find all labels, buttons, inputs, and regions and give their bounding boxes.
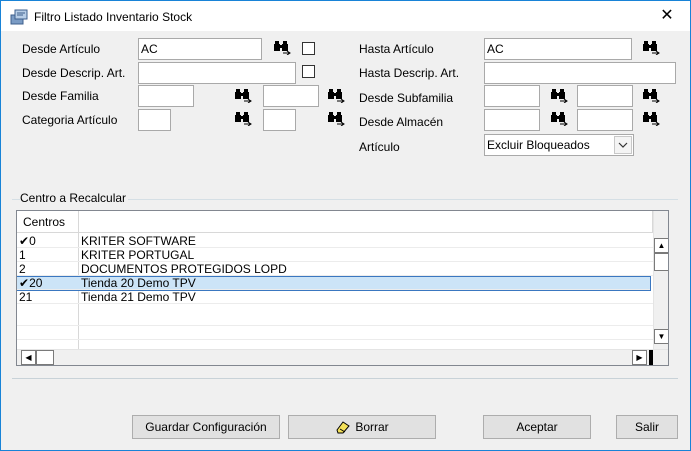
salir-button[interactable]: Salir [616,415,678,439]
filter-dialog: Filtro Listado Inventario Stock ✕ Desde … [0,0,691,451]
chevron-down-icon[interactable] [614,136,632,154]
scroll-thumb[interactable] [654,253,668,271]
articulo-label: Artículo [359,140,400,154]
table-row[interactable]: 2 DOCUMENTOS PROTEGIDOS LOPD [17,263,653,276]
desde-familia-input[interactable] [138,85,194,107]
articulo-select-value: Excluir Bloqueados [487,138,590,152]
centro-code: 21 [19,291,77,304]
desde-descrip-checkbox[interactable] [302,65,315,78]
centro-name: KRITER SOFTWARE [81,234,196,248]
table-row[interactable]: ✔0 KRITER SOFTWARE [17,235,653,248]
borrar-label: Borrar [355,420,389,434]
desde-subfamilia-label: Desde Subfamilia [359,91,454,105]
table-row[interactable]: 21 Tienda 21 Demo TPV [17,291,653,304]
hasta-descrip-label: Hasta Descrip. Art. [359,66,460,80]
desde-descrip-input[interactable] [138,62,296,84]
categoria-hasta-input[interactable] [263,109,296,131]
hasta-descrip-input[interactable] [484,62,676,84]
centros-grid[interactable]: Centros ✔0 KRITER SOFTWARE 1 KRITER PORTUGA… [16,210,669,366]
hscroll-thumb[interactable] [36,350,54,365]
desde-almacen-input[interactable] [484,109,540,131]
binoculars-icon[interactable] [642,112,660,126]
centro-code: ✔0 [19,235,77,248]
binoculars-icon[interactable] [642,41,660,55]
centro-name: DOCUMENTOS PROTEGIDOS LOPD [81,262,287,276]
centros-group-label: Centro a Recalcular [20,191,129,205]
horizontal-scrollbar[interactable]: ◀ ▶ [17,349,668,365]
hasta-subfamilia-input[interactable] [577,85,633,107]
binoculars-icon[interactable] [642,89,660,103]
hasta-almacen-input[interactable] [577,109,633,131]
centro-code-value: 1 [19,248,26,262]
group-bottom-border [12,378,678,379]
scroll-down-icon[interactable]: ▼ [654,329,668,344]
centro-code-value: 20 [29,276,43,290]
categoria-articulo-label: Categoria Artículo [22,113,118,127]
centro-code: 1 [19,249,77,262]
desde-articulo-label: Desde Artículo [22,42,101,56]
desde-articulo-checkbox[interactable] [302,42,315,55]
desde-almacen-label: Desde Almacén [359,115,444,129]
articulo-select[interactable]: Excluir Bloqueados [484,134,634,156]
checkmark-icon: ✔ [19,234,30,248]
table-row[interactable]: 1 KRITER PORTUGAL [17,249,653,262]
aceptar-button[interactable]: Aceptar [483,415,591,439]
close-button[interactable]: ✕ [644,1,690,31]
binoculars-icon[interactable] [550,89,568,103]
binoculars-icon[interactable] [327,112,345,126]
desde-articulo-input[interactable]: AC [138,38,262,60]
eraser-icon [336,421,351,434]
window-title: Filtro Listado Inventario Stock [34,10,193,24]
scroll-right-icon[interactable]: ▶ [632,350,647,365]
table-row[interactable]: ✔20 Tienda 20 Demo TPV [17,276,651,291]
centro-code: 2 [19,263,77,276]
title-bar[interactable]: Filtro Listado Inventario Stock ✕ [1,1,690,31]
desde-descrip-label: Desde Descrip. Art. [22,66,126,80]
binoculars-icon[interactable] [234,112,252,126]
checkmark-icon: ✔ [19,276,30,290]
centro-name: Tienda 21 Demo TPV [81,290,196,304]
centro-name: Tienda 20 Demo TPV [81,276,196,290]
borrar-button[interactable]: Borrar [288,415,436,439]
column-header-empty [79,211,653,233]
empty-row [17,313,653,326]
centro-name: KRITER PORTUGAL [81,248,195,262]
dialog-body: Desde Artículo AC Hasta Artículo AC Desd… [8,32,683,444]
centro-code-value: 21 [19,290,33,304]
desde-subfamilia-input[interactable] [484,85,540,107]
app-icon [10,9,28,25]
centro-code-value: 0 [29,234,36,248]
binoculars-icon[interactable] [234,89,252,103]
guardar-configuracion-button[interactable]: Guardar Configuración [132,415,280,439]
categoria-desde-input[interactable] [138,109,171,131]
hasta-familia-input[interactable] [263,85,319,107]
desde-familia-label: Desde Familia [22,89,99,103]
centro-code: ✔20 [19,277,77,290]
vertical-scrollbar[interactable]: ▲ ▼ [653,211,668,349]
scroll-left-icon[interactable]: ◀ [21,350,36,365]
hasta-articulo-input[interactable]: AC [484,38,632,60]
binoculars-icon[interactable] [327,89,345,103]
scroll-corner [649,350,653,365]
binoculars-icon[interactable] [273,41,291,55]
centro-code-value: 2 [19,262,26,276]
hasta-articulo-label: Hasta Artículo [359,42,434,56]
binoculars-icon[interactable] [550,112,568,126]
empty-row [17,327,653,340]
scroll-up-icon[interactable]: ▲ [654,238,668,253]
column-header-centros[interactable]: Centros [17,211,79,233]
